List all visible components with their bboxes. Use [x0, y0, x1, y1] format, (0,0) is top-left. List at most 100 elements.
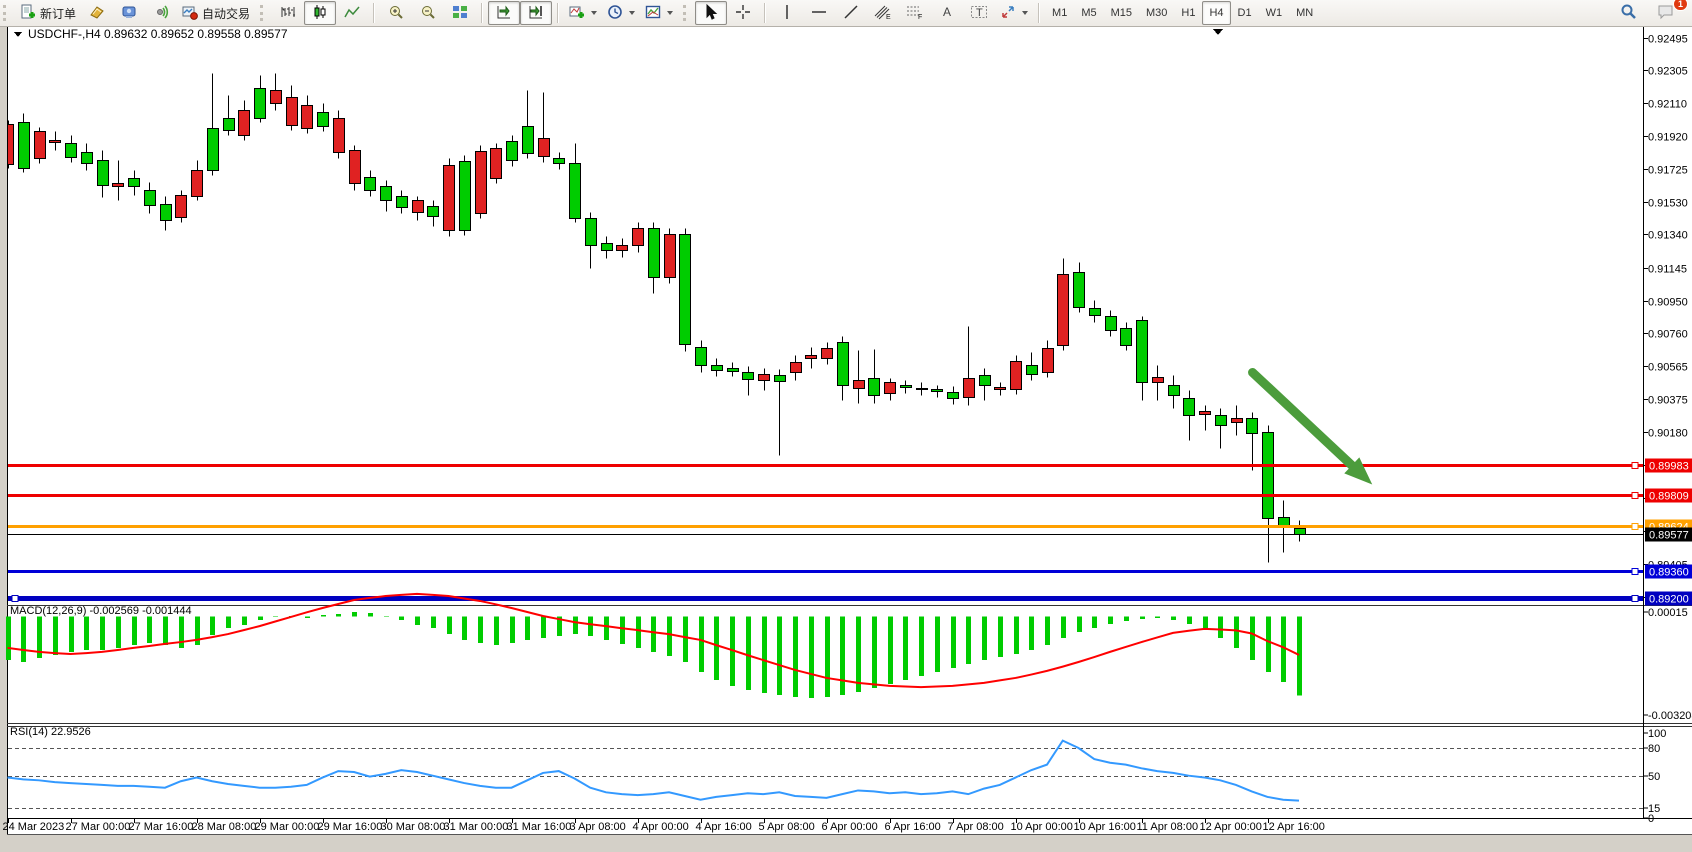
- price-tick-label: 0.91145: [1648, 264, 1687, 276]
- candle-bear: [854, 381, 865, 389]
- notifications-button[interactable]: 1: [1650, 1, 1682, 25]
- cursor-group: [693, 0, 761, 26]
- chart-title-row: USDCHF-,H4 0.89632 0.89652 0.89558 0.895…: [14, 27, 288, 41]
- price-tick-label: 0.92495: [1648, 34, 1688, 46]
- line-chart-button[interactable]: [336, 1, 368, 25]
- candle-bear: [1043, 349, 1054, 373]
- candle-bull: [1247, 419, 1258, 434]
- autotrading-button[interactable]: 自动交易: [177, 1, 255, 25]
- candlestick-chart-button[interactable]: [304, 1, 336, 25]
- templates-button[interactable]: [640, 1, 678, 25]
- line-handle[interactable]: [1632, 463, 1638, 469]
- autotrading-label: 自动交易: [202, 5, 250, 22]
- cursor-button[interactable]: [695, 1, 727, 25]
- timeframe-H1[interactable]: H1: [1174, 1, 1202, 25]
- toolbar-grip: [683, 5, 690, 21]
- candle-bull: [696, 348, 707, 366]
- candle-bull: [507, 142, 518, 161]
- chart-window[interactable]: 0.924950.923050.921100.919200.917250.915…: [0, 0, 1692, 852]
- autotrading-icon: [182, 4, 198, 23]
- text-label-icon: T: [970, 4, 988, 23]
- price-tick-label: 0.90760: [1648, 329, 1688, 341]
- zoom-in-button[interactable]: [380, 1, 412, 25]
- candle-bull: [428, 207, 439, 217]
- candle-bear: [350, 151, 361, 184]
- time-tick-label: 6 Apr 00:00: [822, 821, 878, 833]
- chart-shift-button[interactable]: [520, 1, 552, 25]
- macd-axis-min: -0.003208: [1648, 710, 1692, 722]
- equidistant-channel-button[interactable]: E: [867, 1, 899, 25]
- tile-windows-button[interactable]: [444, 1, 476, 25]
- candle-bull: [586, 219, 597, 246]
- price-tick-label: 0.91725: [1648, 165, 1688, 177]
- new-order-button[interactable]: 新订单: [15, 1, 81, 25]
- terminal-button[interactable]: [113, 1, 145, 25]
- time-tick-label: 30 Mar 08:00: [381, 821, 446, 833]
- line-handle[interactable]: [12, 596, 18, 602]
- auto-scroll-button[interactable]: [488, 1, 520, 25]
- line-chart-icon: [344, 4, 360, 23]
- text-label-button[interactable]: T: [963, 1, 995, 25]
- candle-bull: [255, 89, 266, 119]
- crosshair-button[interactable]: [727, 1, 759, 25]
- trendline-button[interactable]: [835, 1, 867, 25]
- cursor-arrow-icon: [703, 4, 719, 23]
- time-axis[interactable]: 24 Mar 202327 Mar 00:0027 Mar 16:0028 Ma…: [3, 818, 1325, 833]
- candle-bull: [1027, 366, 1038, 375]
- new-order-label: 新订单: [40, 5, 76, 22]
- vertical-line-icon: [780, 4, 794, 23]
- timeframe-group: M1M5M15M30H1H4D1W1MN: [1043, 0, 1322, 26]
- candle-bull: [224, 119, 235, 131]
- history-center-button[interactable]: [81, 1, 113, 25]
- candle-bear: [759, 375, 770, 381]
- templates-dropdown-caret[interactable]: [667, 11, 673, 15]
- search-button[interactable]: [1612, 1, 1644, 25]
- fibonacci-icon: F: [906, 4, 924, 23]
- indicators-dropdown-caret[interactable]: [591, 11, 597, 15]
- svg-text:E: E: [886, 14, 891, 20]
- bar-chart-button[interactable]: [272, 1, 304, 25]
- horizontal-line-button[interactable]: [803, 1, 835, 25]
- window-bottom-strip: [0, 835, 1692, 852]
- timeframe-H4[interactable]: H4: [1202, 1, 1230, 25]
- time-tick-label: 3 Apr 08:00: [570, 821, 626, 833]
- timeframe-M30[interactable]: M30: [1139, 1, 1174, 25]
- line-handle[interactable]: [1632, 493, 1638, 499]
- text-button[interactable]: A: [931, 1, 963, 25]
- arrows-dropdown-caret[interactable]: [1022, 11, 1028, 15]
- timeframe-D1[interactable]: D1: [1231, 1, 1259, 25]
- indicators-button[interactable]: [564, 1, 602, 25]
- toolbar-separator: [557, 3, 559, 23]
- trendline-icon: [843, 4, 859, 23]
- candle-bull: [1216, 416, 1227, 426]
- candle-bull: [1121, 329, 1132, 346]
- templates-icon: [645, 4, 661, 23]
- timeframe-M15[interactable]: M15: [1104, 1, 1139, 25]
- candle-bull: [1263, 433, 1274, 519]
- vertical-line-button[interactable]: [771, 1, 803, 25]
- candle-bear: [539, 139, 550, 157]
- chart-type-group: [270, 0, 370, 26]
- time-tick-label: 29 Mar 00:00: [255, 821, 320, 833]
- signals-button[interactable]: [145, 1, 177, 25]
- zoom-out-button[interactable]: [412, 1, 444, 25]
- candle-bull: [145, 191, 156, 206]
- arrows-tool-button[interactable]: [995, 1, 1033, 25]
- fibonacci-button[interactable]: F: [899, 1, 931, 25]
- periods-button[interactable]: [602, 1, 640, 25]
- line-handle[interactable]: [1632, 569, 1638, 575]
- timeframe-M5[interactable]: M5: [1074, 1, 1103, 25]
- line-handle[interactable]: [1632, 596, 1638, 602]
- rsi-label: RSI(14) 22.9526: [10, 726, 91, 738]
- timeframe-MN[interactable]: MN: [1289, 1, 1320, 25]
- text-icon: A: [940, 4, 954, 23]
- timeframe-M1[interactable]: M1: [1045, 1, 1074, 25]
- time-tick-label: 31 Mar 00:00: [444, 821, 509, 833]
- periods-dropdown-caret[interactable]: [629, 11, 635, 15]
- candle-bear: [1153, 378, 1164, 383]
- rsi-tick-label: 100: [1648, 728, 1666, 740]
- timeframe-W1[interactable]: W1: [1259, 1, 1290, 25]
- price-line-badge-label: 0.89809: [1649, 491, 1689, 503]
- time-tick-label: 27 Mar 16:00: [129, 821, 194, 833]
- line-handle[interactable]: [1632, 524, 1638, 530]
